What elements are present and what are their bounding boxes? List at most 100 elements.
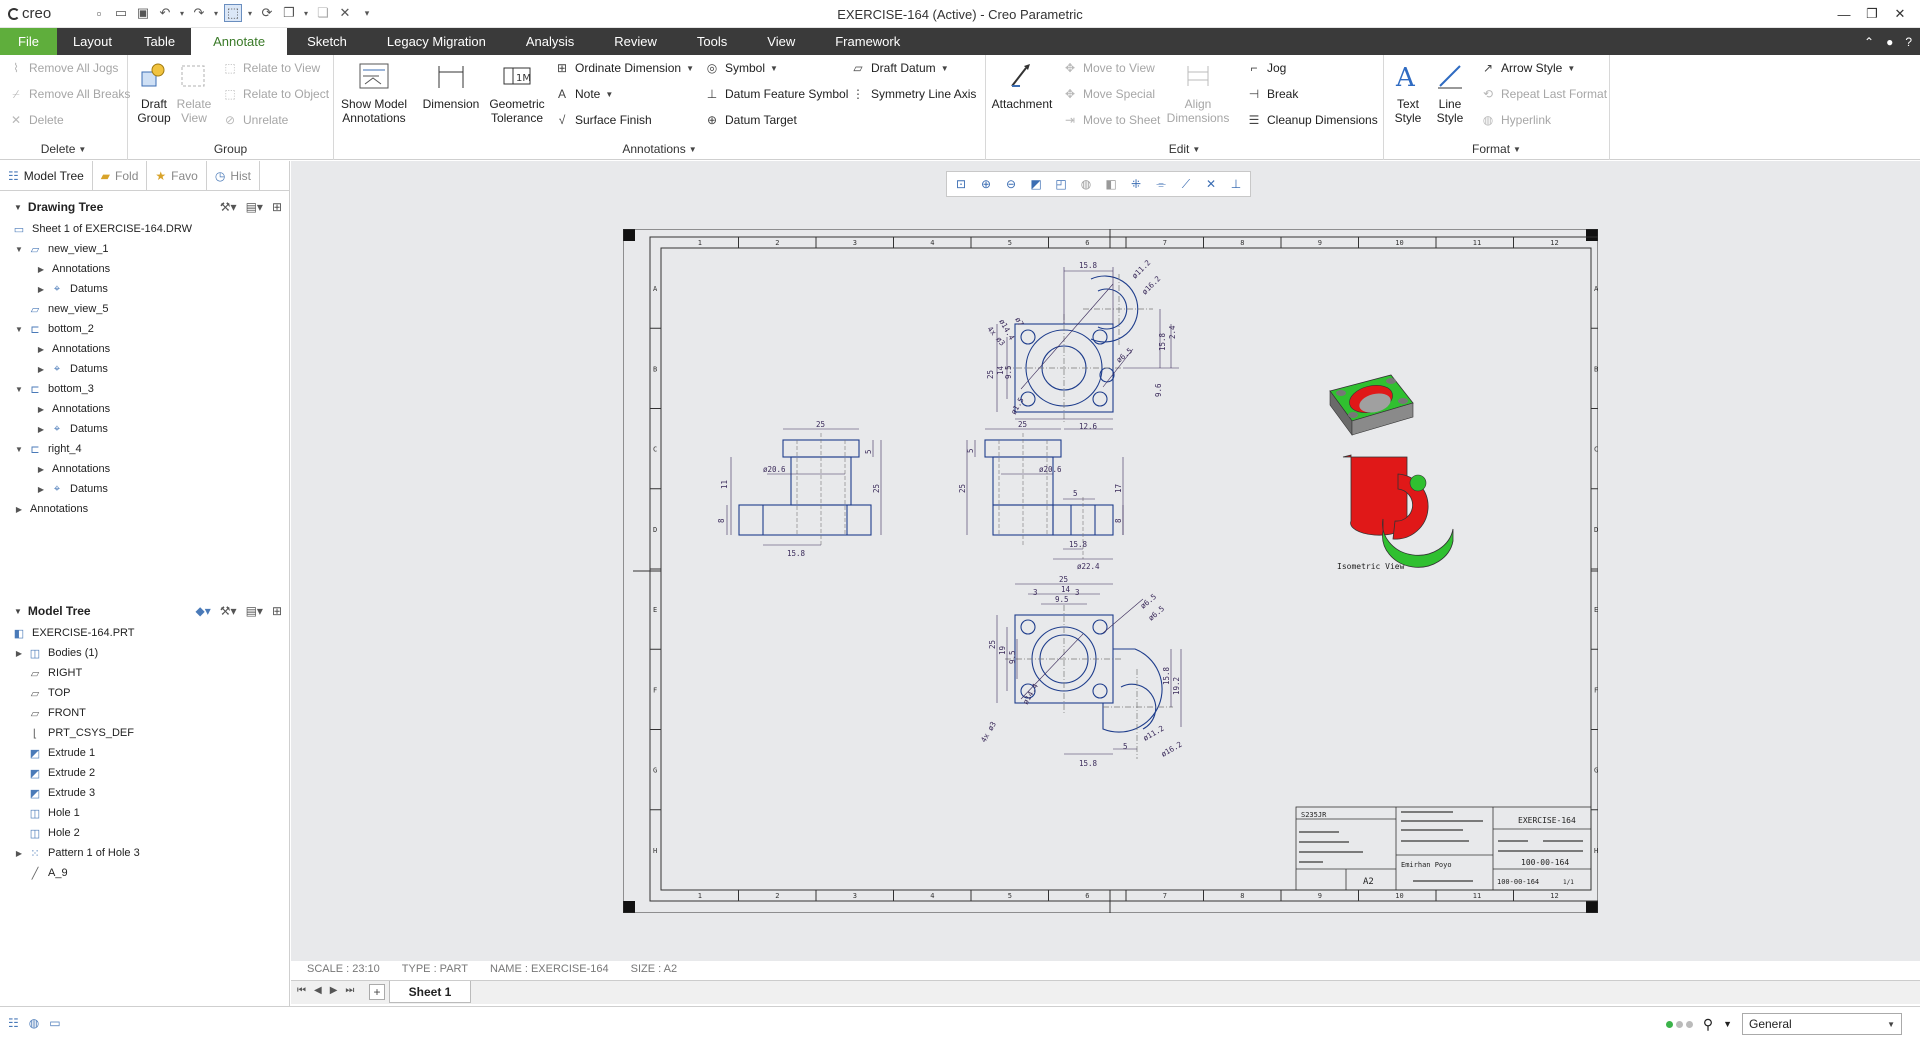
last-sheet-icon[interactable]: ⏭ — [345, 985, 354, 996]
annotation-display-icon[interactable]: ⌯ — [1151, 174, 1171, 194]
dimension-text[interactable]: 19 — [998, 646, 1007, 655]
saved-views-icon[interactable]: ◍ — [1076, 174, 1096, 194]
tree-item[interactable]: ▶ Annotations — [0, 259, 290, 279]
tree-item[interactable]: ▶ Annotations — [0, 399, 290, 419]
tree-item[interactable]: ▭ Sheet 1 of EXERCISE-164.DRW — [0, 219, 290, 239]
graphics-area[interactable]: ⊡ ⊕ ⊖ ◩ ◰ ◍ ◧ ⁜ ⌯ ⟋ ✕ ⊥ 1122334455667788… — [291, 161, 1920, 975]
close-icon[interactable]: ✕ — [336, 4, 354, 22]
model-tree-collapse-icon[interactable]: ▼ — [14, 607, 22, 616]
tree-item[interactable]: ▼ ⊏ bottom_3 — [0, 379, 290, 399]
tree-item[interactable]: ▶ Annotations — [0, 339, 290, 359]
align-dimensions-button[interactable]: Align Dimensions — [1167, 59, 1229, 125]
navigator-toggle-icon[interactable]: ☷ — [8, 1016, 19, 1030]
expand-icon[interactable]: ▶ — [14, 505, 24, 514]
tab-file[interactable]: File — [0, 28, 57, 55]
tab-folder[interactable]: ▰ Fold — [93, 161, 148, 191]
tab-analysis[interactable]: Analysis — [506, 28, 594, 55]
tree-item[interactable]: ◫ Hole 1 — [0, 803, 290, 823]
jog-button[interactable]: ⌐ Jog — [1246, 57, 1286, 79]
tree-item[interactable]: ◩ Extrude 2 — [0, 763, 290, 783]
tree-item[interactable]: ▼ ⊏ bottom_2 — [0, 319, 290, 339]
collapse-ribbon-icon[interactable]: ⌃ — [1864, 35, 1874, 49]
tree-item[interactable]: ▼ ▱ new_view_1 — [0, 239, 290, 259]
tree-item[interactable]: ▶ ◫ Bodies (1) — [0, 643, 290, 663]
tab-legacy-migration[interactable]: Legacy Migration — [367, 28, 506, 55]
dimension-text[interactable]: 14 — [1061, 585, 1071, 594]
repaint-icon[interactable]: ◩ — [1026, 174, 1046, 194]
draft-group-button[interactable]: Draft Group — [134, 59, 174, 125]
expand-icon[interactable]: ▶ — [14, 849, 24, 858]
tree-item[interactable]: ▱ TOP — [0, 683, 290, 703]
expand-icon[interactable]: ▼ — [14, 385, 24, 394]
cleanup-dimensions-button[interactable]: ☰ Cleanup Dimensions — [1246, 109, 1378, 131]
unrelate-button[interactable]: ⊘ Unrelate — [222, 109, 288, 131]
tree-item[interactable]: ▶ Annotations — [0, 499, 290, 519]
dimension-text[interactable]: 9.6 — [1154, 383, 1163, 397]
tab-tools[interactable]: Tools — [677, 28, 747, 55]
arrow-style-button[interactable]: ↗ Arrow Style ▼ — [1480, 57, 1575, 79]
expand-icon[interactable]: ▶ — [36, 425, 46, 434]
expand-icon[interactable]: ▶ — [36, 465, 46, 474]
tree-item[interactable]: ◩ Extrude 3 — [0, 783, 290, 803]
display-style-icon[interactable]: ◰ — [1051, 174, 1071, 194]
prev-sheet-icon[interactable]: ◀ — [314, 985, 322, 996]
tree-item[interactable]: ▶ ⌖ Datums — [0, 479, 290, 499]
zoom-out-icon[interactable]: ⊖ — [1001, 174, 1021, 194]
dimension-text[interactable]: 15.8 — [1079, 759, 1098, 768]
group-annotations-label[interactable]: Annotations ▼ — [334, 140, 985, 158]
dimension-text[interactable]: 3 — [1075, 588, 1080, 597]
tab-model-tree[interactable]: ☷ Model Tree — [0, 161, 93, 191]
dimension-text[interactable]: 8 — [1114, 518, 1123, 523]
layers-icon[interactable]: ◧ — [1101, 174, 1121, 194]
zoom-in-icon[interactable]: ⊕ — [976, 174, 996, 194]
move-special-button[interactable]: ✥ Move Special — [1062, 83, 1155, 105]
sketch-display-icon[interactable]: ⟋ — [1176, 174, 1196, 194]
dimension-text[interactable]: 15.8 — [787, 549, 806, 558]
browser-toggle-icon[interactable]: ◍ — [29, 1016, 39, 1030]
tree-item[interactable]: ╱ A_9 — [0, 863, 290, 883]
tree-item[interactable]: ▶ ⁙ Pattern 1 of Hole 3 — [0, 843, 290, 863]
surface-finish-button[interactable]: √ Surface Finish — [554, 109, 652, 131]
tab-review[interactable]: Review — [594, 28, 677, 55]
dimension-text[interactable]: 25 — [1059, 575, 1068, 584]
remove-all-breaks-button[interactable]: ⌿ Remove All Breaks — [8, 83, 130, 105]
tree-item[interactable]: ◫ Hole 2 — [0, 823, 290, 843]
dimension-text[interactable]: 9.5 — [1055, 595, 1069, 604]
box-select-icon[interactable]: ⬚ — [224, 4, 242, 22]
dimension-text[interactable]: 25 — [1018, 420, 1027, 429]
dimension-text[interactable]: 17 — [1114, 484, 1123, 493]
dimension-text[interactable]: 9.5 — [1004, 365, 1013, 379]
model-tree-filter-icon[interactable]: ▤▾ — [246, 604, 263, 618]
windows-icon[interactable]: ❐ — [280, 4, 298, 22]
select-dropdown-icon[interactable]: ▾ — [246, 4, 254, 22]
dimension-text[interactable]: 25 — [986, 370, 995, 379]
symbol-button[interactable]: ◎ Symbol ▼ — [704, 57, 778, 79]
customize-qat-icon[interactable]: ▾ — [358, 4, 376, 22]
dimension-text[interactable]: 25 — [872, 484, 881, 493]
spin-center-icon[interactable]: ⊥ — [1226, 174, 1246, 194]
relate-to-object-button[interactable]: ⬚ Relate to Object — [222, 83, 329, 105]
symmetry-line-axis-button[interactable]: ⋮ Symmetry Line Axis — [850, 83, 976, 105]
csys-display-icon[interactable]: ✕ — [1201, 174, 1221, 194]
datum-feature-symbol-button[interactable]: ⊥ Datum Feature Symbol — [704, 83, 849, 105]
tab-layout[interactable]: Layout — [57, 28, 128, 55]
dimension-text[interactable]: 5 — [1073, 489, 1078, 498]
undo-dropdown-icon[interactable]: ▾ — [178, 4, 186, 22]
group-edit-label[interactable]: Edit ▼ — [986, 140, 1383, 158]
expand-icon[interactable]: ▼ — [14, 245, 24, 254]
tree-item[interactable]: ▼ ⊏ right_4 — [0, 439, 290, 459]
dimension-text[interactable]: 12.6 — [1079, 422, 1098, 431]
expand-icon[interactable]: ▶ — [36, 405, 46, 414]
dimension-text[interactable]: 3 — [1033, 588, 1038, 597]
dimension-text[interactable]: 5 — [966, 448, 975, 453]
dimension-text[interactable]: 15.8 — [1158, 332, 1167, 351]
text-style-button[interactable]: A Text Style — [1388, 59, 1428, 125]
model-tree-columns-icon[interactable]: ⊞ — [272, 604, 282, 618]
datum-target-button[interactable]: ⊕ Datum Target — [704, 109, 797, 131]
redo-icon[interactable]: ↷ — [190, 4, 208, 22]
expand-icon[interactable]: ▼ — [14, 325, 24, 334]
redo-dropdown-icon[interactable]: ▾ — [212, 4, 220, 22]
find-icon[interactable]: ⚲ — [1703, 1016, 1713, 1033]
sheet-tab[interactable]: Sheet 1 — [389, 981, 471, 1003]
selection-filter-select[interactable]: General ▼ — [1742, 1013, 1902, 1035]
